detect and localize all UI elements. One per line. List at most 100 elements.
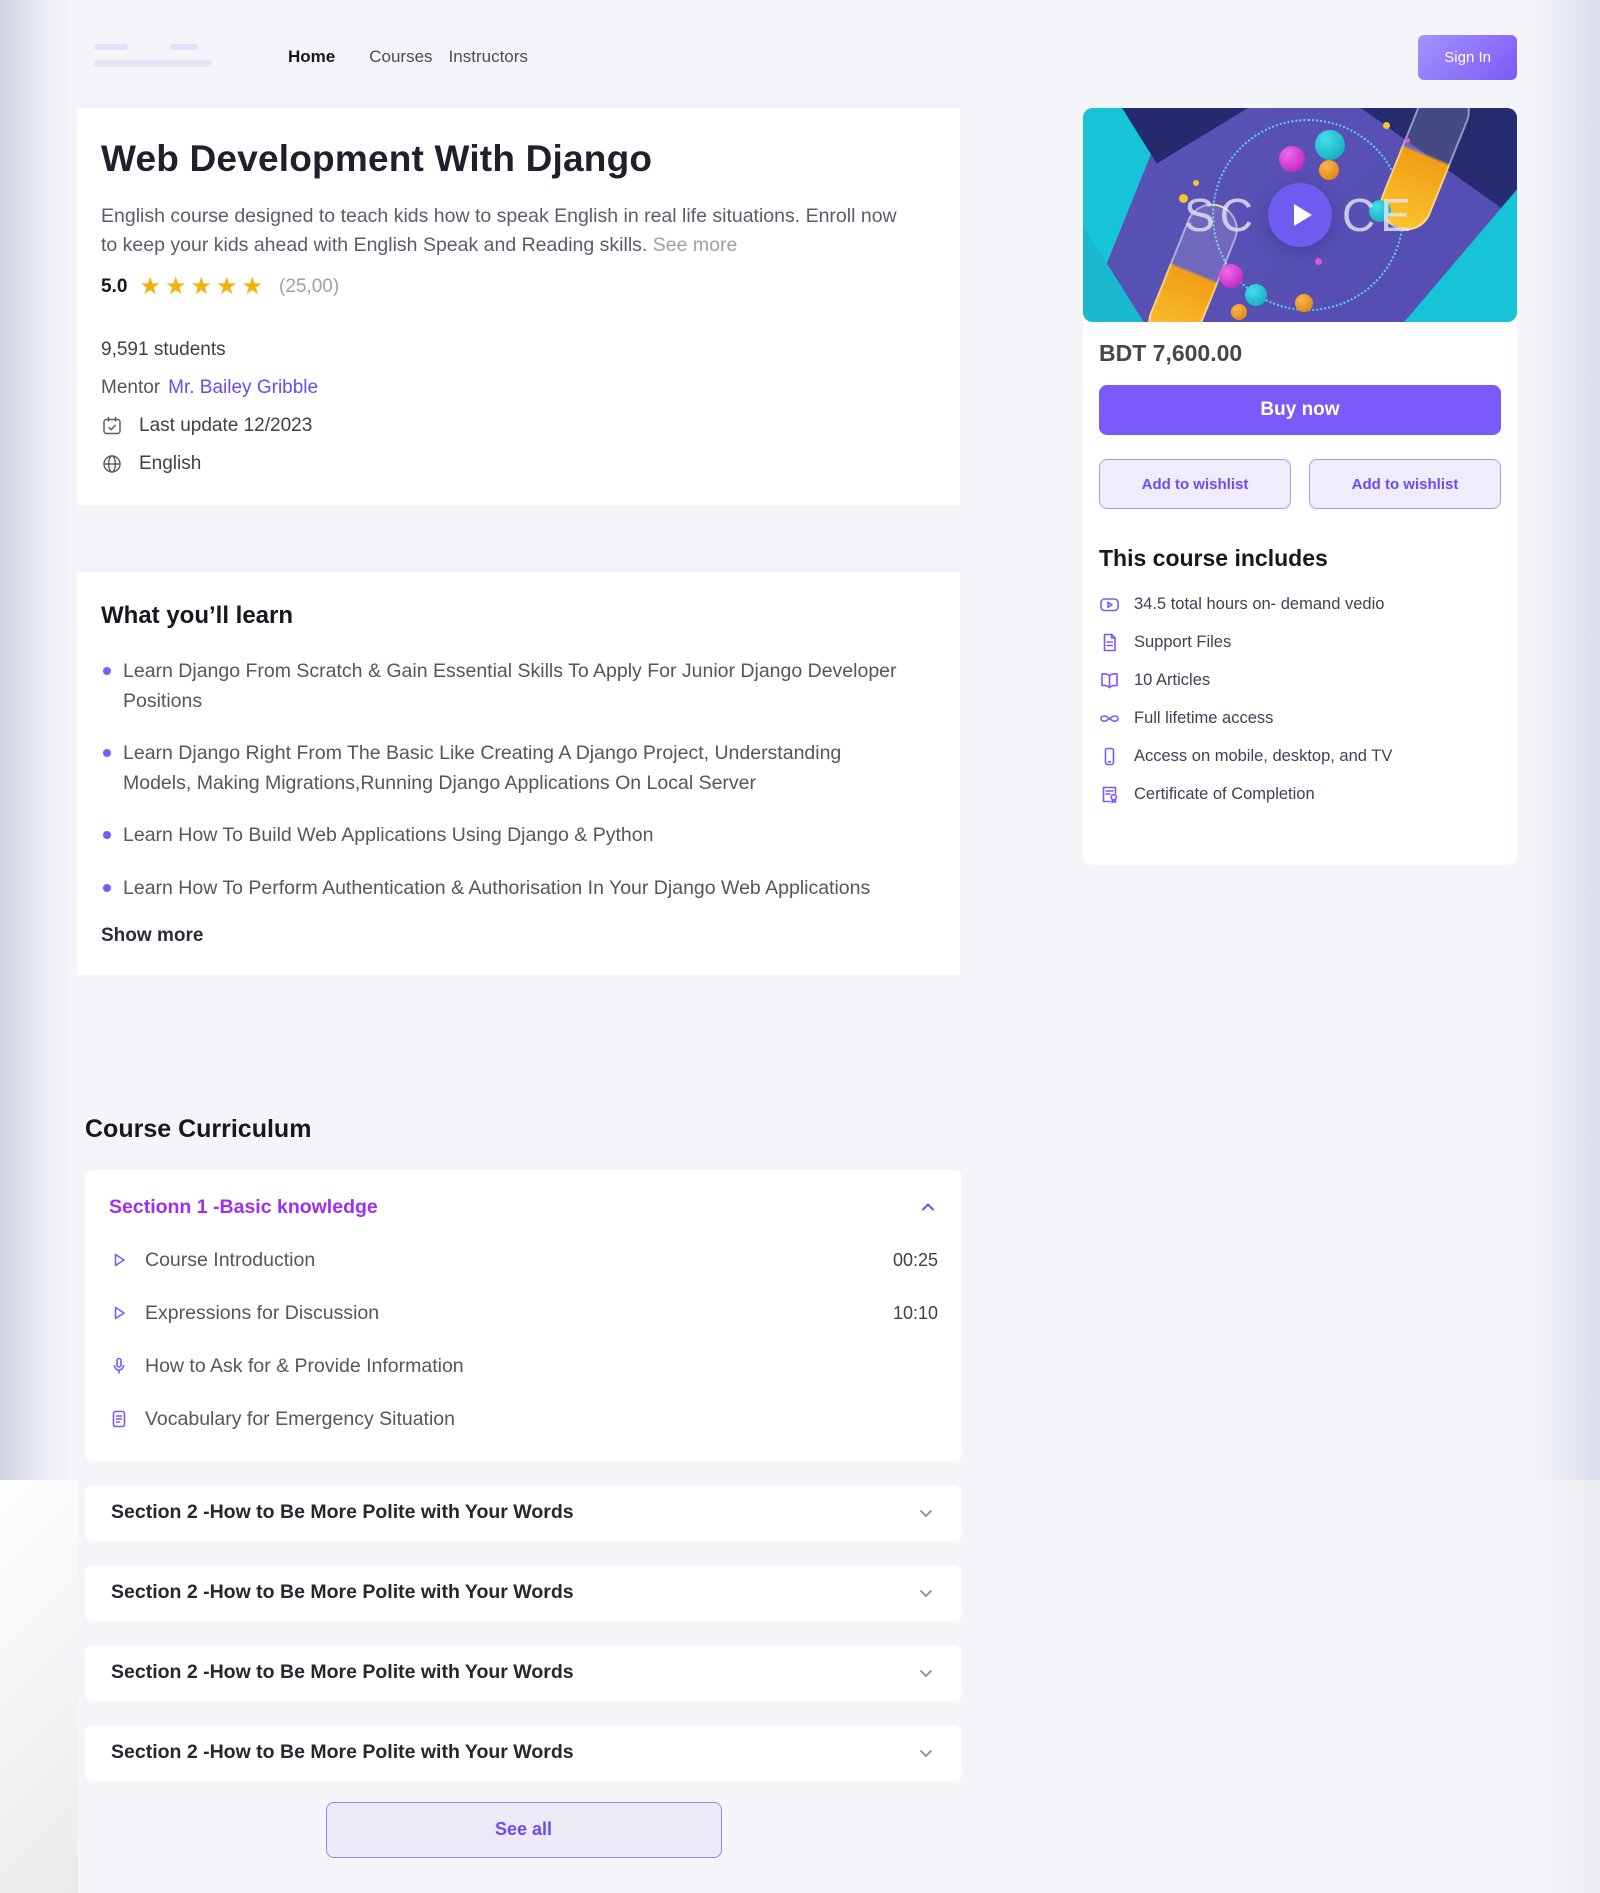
curriculum-open-section-card: Sectionn 1 -Basic knowledge Course Intro… — [85, 1170, 962, 1461]
learn-list: Learn Django From Scratch & Gain Essenti… — [101, 656, 920, 903]
purchase-column: SC CE BDT 7,600.00 Buy now Add to wishli… — [1083, 108, 1517, 865]
includes-label: Certificate of Completion — [1134, 785, 1315, 804]
chevron-up-icon — [918, 1197, 938, 1217]
students-count: 9,591 students — [101, 339, 920, 361]
collapsed-section-row[interactable]: Section 2 -How to Be More Polite with Yo… — [85, 1725, 962, 1781]
language-text: English — [139, 453, 201, 475]
includes-item: Certificate of Completion — [1099, 784, 1501, 805]
brand-logo[interactable] — [92, 40, 242, 74]
play-icon — [1294, 204, 1312, 226]
includes-item: 10 Articles — [1099, 670, 1501, 691]
chevron-down-icon — [916, 1743, 936, 1763]
section-1-title: Sectionn 1 -Basic knowledge — [109, 1196, 378, 1219]
collapsed-section-row[interactable]: Section 2 -How to Be More Polite with Yo… — [85, 1485, 962, 1541]
collapsed-section-row[interactable]: Section 2 -How to Be More Polite with Yo… — [85, 1645, 962, 1701]
sign-in-button[interactable]: Sign In — [1418, 35, 1517, 80]
mentor-row: Mentor Mr. Bailey Gribble — [101, 377, 920, 399]
play-outline-icon — [109, 1303, 129, 1323]
add-to-wishlist-button-1[interactable]: Add to wishlist — [1099, 459, 1291, 509]
nav-item-instructors[interactable]: Instructors — [449, 47, 528, 67]
lesson-row[interactable]: How to Ask for & Provide Information — [109, 1355, 938, 1378]
see-all-button[interactable]: See all — [326, 1802, 722, 1858]
course-title: Web Development With Django — [101, 138, 920, 180]
course-meta: 9,591 students Mentor Mr. Bailey Gribble… — [101, 339, 920, 475]
collapsed-section-row[interactable]: Section 2 -How to Be More Polite with Yo… — [85, 1565, 962, 1621]
page-edge-gradient-left-top — [0, 0, 78, 1480]
play-outline-icon — [109, 1250, 129, 1270]
collapsed-section-title: Section 2 -How to Be More Polite with Yo… — [111, 1581, 574, 1604]
nav-item-courses[interactable]: Courses — [369, 47, 432, 67]
includes-label: 10 Articles — [1134, 671, 1210, 690]
show-more-link[interactable]: Show more — [101, 925, 920, 947]
calendar-check-icon — [101, 415, 123, 437]
certificate-icon — [1099, 784, 1120, 805]
collapsed-section-title: Section 2 -How to Be More Polite with Yo… — [111, 1741, 574, 1764]
book-icon — [1099, 670, 1120, 691]
chevron-down-icon — [916, 1663, 936, 1683]
language-row: English — [101, 453, 920, 475]
lesson-label: Vocabulary for Emergency Situation — [145, 1408, 455, 1431]
lesson-label: Course Introduction — [145, 1249, 315, 1272]
learn-item: Learn How To Build Web Applications Usin… — [101, 820, 901, 850]
see-more-link[interactable]: See more — [653, 234, 738, 256]
includes-label: Support Files — [1134, 633, 1231, 652]
includes-label: Full lifetime access — [1134, 709, 1273, 728]
wishlist-row: Add to wishlist Add to wishlist — [1099, 459, 1501, 509]
collapsed-section-title: Section 2 -How to Be More Polite with Yo… — [111, 1661, 574, 1684]
chevron-down-icon — [916, 1503, 936, 1523]
mentor-label: Mentor — [101, 377, 160, 399]
course-description-text: English course designed to teach kids ho… — [101, 205, 897, 256]
mentor-name-link[interactable]: Mr. Bailey Gribble — [168, 377, 318, 399]
lesson-row[interactable]: Expressions for Discussion 10:10 — [109, 1302, 938, 1325]
logo-shape — [94, 44, 128, 50]
course-description: English course designed to teach kids ho… — [101, 202, 911, 261]
course-includes-title: This course includes — [1099, 545, 1501, 572]
purchase-body: BDT 7,600.00 Buy now Add to wishlist Add… — [1083, 322, 1517, 846]
logo-shape — [94, 60, 212, 67]
rating-row: 5.0 ★★★★★ (25,00) — [101, 275, 920, 299]
learn-item: Learn How To Perform Authentication & Au… — [101, 873, 901, 903]
course-preview-video[interactable]: SC CE — [1083, 108, 1517, 322]
course-price: BDT 7,600.00 — [1099, 340, 1501, 367]
rating-value: 5.0 — [101, 276, 127, 298]
add-to-wishlist-button-2[interactable]: Add to wishlist — [1309, 459, 1501, 509]
what-you-learn-card: What you’ll learn Learn Django From Scra… — [77, 572, 960, 975]
curriculum-title: Course Curriculum — [85, 1115, 960, 1144]
includes-item: Access on mobile, desktop, and TV — [1099, 746, 1501, 767]
what-you-learn-title: What you’ll learn — [101, 602, 920, 630]
mobile-icon — [1099, 746, 1120, 767]
thumb-word-right: CE — [1342, 188, 1416, 242]
learn-item: Learn Django From Scratch & Gain Essenti… — [101, 656, 901, 716]
last-update-row: Last update 12/2023 — [101, 415, 920, 437]
curriculum-section: Course Curriculum Sectionn 1 -Basic know… — [85, 1115, 960, 1858]
file-icon — [1099, 632, 1120, 653]
lesson-row[interactable]: Vocabulary for Emergency Situation — [109, 1408, 938, 1431]
learn-item: Learn Django Right From The Basic Like C… — [101, 738, 901, 798]
page-edge-gradient-right-top — [1533, 0, 1600, 1480]
page-viewport: Home Courses Instructors Sign In Web Dev… — [78, 0, 1533, 1893]
buy-now-button[interactable]: Buy now — [1099, 385, 1501, 435]
play-button[interactable] — [1268, 183, 1332, 247]
chevron-down-icon — [916, 1583, 936, 1603]
lesson-duration: 10:10 — [893, 1303, 938, 1324]
star-rating-icons: ★★★★★ — [139, 275, 267, 299]
thumb-overlay: SC CE — [1083, 108, 1517, 322]
includes-label: Access on mobile, desktop, and TV — [1134, 747, 1392, 766]
lesson-row[interactable]: Course Introduction 00:25 — [109, 1249, 938, 1272]
last-update-text: Last update 12/2023 — [139, 415, 312, 437]
infinity-icon — [1099, 708, 1120, 729]
collapsed-section-title: Section 2 -How to Be More Polite with Yo… — [111, 1501, 574, 1524]
course-info-column: Web Development With Django English cour… — [77, 108, 960, 1858]
includes-item: 34.5 total hours on- demand vedio — [1099, 594, 1501, 615]
page-edge-gradient-left-bottom — [0, 1480, 78, 1893]
section-1-header[interactable]: Sectionn 1 -Basic knowledge — [109, 1196, 938, 1219]
main-nav: Home Courses Instructors — [288, 47, 528, 67]
nav-item-home[interactable]: Home — [288, 47, 335, 67]
page-edge-gradient-right-bottom — [1533, 1480, 1600, 1893]
video-play-icon — [1099, 594, 1120, 615]
course-header-card: Web Development With Django English cour… — [77, 108, 960, 505]
top-navigation-bar: Home Courses Instructors Sign In — [78, 0, 1533, 84]
includes-label: 34.5 total hours on- demand vedio — [1134, 595, 1384, 614]
purchase-card: SC CE BDT 7,600.00 Buy now Add to wishli… — [1083, 108, 1517, 865]
includes-item: Full lifetime access — [1099, 708, 1501, 729]
